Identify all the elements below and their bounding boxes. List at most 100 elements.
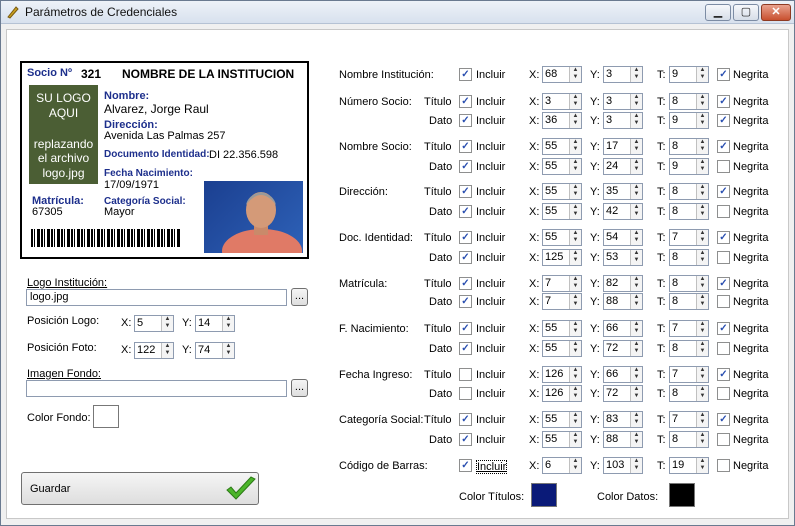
spinner-arrows-icon[interactable]: ▲ ▼ (630, 386, 642, 401)
y-spinner[interactable]: 54 ▲ ▼ (603, 229, 643, 246)
x-spinner[interactable]: 55 ▲ ▼ (542, 158, 582, 175)
incluir-checkbox[interactable]: ✓ (459, 68, 472, 81)
x-spinner[interactable]: 55 ▲ ▼ (542, 183, 582, 200)
x-spinner[interactable]: 36 ▲ ▼ (542, 112, 582, 129)
spinner-arrows-icon[interactable]: ▲ ▼ (569, 94, 581, 109)
guardar-button[interactable]: Guardar (21, 472, 259, 505)
incluir-checkbox[interactable]: ✓ (459, 251, 472, 264)
negrita-checkbox[interactable] (717, 342, 730, 355)
x-spinner[interactable]: 68 ▲ ▼ (542, 66, 582, 83)
spinner-arrows-icon[interactable]: ▲ ▼ (696, 458, 708, 473)
spinner-arrows-icon[interactable]: ▲ ▼ (161, 343, 173, 358)
t-spinner[interactable]: 7 ▲ ▼ (669, 320, 709, 337)
spinner-arrows-icon[interactable]: ▲ ▼ (569, 230, 581, 245)
spinner-arrows-icon[interactable]: ▲ ▼ (696, 67, 708, 82)
y-spinner[interactable]: 17 ▲ ▼ (603, 138, 643, 155)
y-spinner[interactable]: 24 ▲ ▼ (603, 158, 643, 175)
incluir-checkbox[interactable]: ✓ (459, 114, 472, 127)
spinner-arrows-icon[interactable]: ▲ ▼ (630, 67, 642, 82)
x-spinner[interactable]: 126 ▲ ▼ (542, 385, 582, 402)
x-spinner[interactable]: 55 ▲ ▼ (542, 340, 582, 357)
spinner-arrows-icon[interactable]: ▲ ▼ (696, 412, 708, 427)
y-spinner[interactable]: 42 ▲ ▼ (603, 203, 643, 220)
spinner-arrows-icon[interactable]: ▲ ▼ (569, 204, 581, 219)
spinner-arrows-icon[interactable]: ▲ ▼ (569, 367, 581, 382)
x-spinner[interactable]: 55 ▲ ▼ (542, 229, 582, 246)
t-spinner[interactable]: 9 ▲ ▼ (669, 112, 709, 129)
spinner-arrows-icon[interactable]: ▲ ▼ (222, 316, 234, 331)
x-spinner[interactable]: 3 ▲ ▼ (542, 93, 582, 110)
spinner-arrows-icon[interactable]: ▲ ▼ (630, 367, 642, 382)
negrita-checkbox[interactable]: ✓ (717, 95, 730, 108)
t-spinner[interactable]: 7 ▲ ▼ (669, 411, 709, 428)
spinner-arrows-icon[interactable]: ▲ ▼ (630, 184, 642, 199)
spinner-arrows-icon[interactable]: ▲ ▼ (569, 412, 581, 427)
spinner-arrows-icon[interactable]: ▲ ▼ (630, 204, 642, 219)
y-spinner[interactable]: 72 ▲ ▼ (603, 340, 643, 357)
pos-foto-x-spinner[interactable]: 122 ▲ ▼ (134, 342, 174, 359)
negrita-checkbox[interactable] (717, 251, 730, 264)
spinner-arrows-icon[interactable]: ▲ ▼ (696, 432, 708, 447)
negrita-checkbox[interactable] (717, 459, 730, 472)
t-spinner[interactable]: 19 ▲ ▼ (669, 457, 709, 474)
x-spinner[interactable]: 125 ▲ ▼ (542, 249, 582, 266)
pos-foto-y-spinner[interactable]: 74 ▲ ▼ (195, 342, 235, 359)
spinner-arrows-icon[interactable]: ▲ ▼ (696, 341, 708, 356)
spinner-arrows-icon[interactable]: ▲ ▼ (569, 321, 581, 336)
t-spinner[interactable]: 8 ▲ ▼ (669, 249, 709, 266)
y-spinner[interactable]: 88 ▲ ▼ (603, 293, 643, 310)
spinner-arrows-icon[interactable]: ▲ ▼ (222, 343, 234, 358)
t-spinner[interactable]: 8 ▲ ▼ (669, 385, 709, 402)
negrita-checkbox[interactable]: ✓ (717, 413, 730, 426)
color-fondo-swatch[interactable] (93, 405, 119, 428)
spinner-arrows-icon[interactable]: ▲ ▼ (630, 159, 642, 174)
incluir-checkbox[interactable]: ✓ (459, 459, 472, 472)
x-spinner[interactable]: 55 ▲ ▼ (542, 203, 582, 220)
spinner-arrows-icon[interactable]: ▲ ▼ (161, 316, 173, 331)
incluir-checkbox[interactable] (459, 368, 472, 381)
negrita-checkbox[interactable] (717, 160, 730, 173)
spinner-arrows-icon[interactable]: ▲ ▼ (569, 432, 581, 447)
t-spinner[interactable]: 7 ▲ ▼ (669, 229, 709, 246)
color-titulos-swatch[interactable] (531, 483, 557, 507)
spinner-arrows-icon[interactable]: ▲ ▼ (630, 230, 642, 245)
spinner-arrows-icon[interactable]: ▲ ▼ (696, 250, 708, 265)
incluir-checkbox[interactable]: ✓ (459, 185, 472, 198)
incluir-checkbox[interactable]: ✓ (459, 95, 472, 108)
spinner-arrows-icon[interactable]: ▲ ▼ (569, 386, 581, 401)
spinner-arrows-icon[interactable]: ▲ ▼ (696, 159, 708, 174)
spinner-arrows-icon[interactable]: ▲ ▼ (696, 276, 708, 291)
spinner-arrows-icon[interactable]: ▲ ▼ (630, 139, 642, 154)
y-spinner[interactable]: 53 ▲ ▼ (603, 249, 643, 266)
spinner-arrows-icon[interactable]: ▲ ▼ (630, 94, 642, 109)
y-spinner[interactable]: 3 ▲ ▼ (603, 93, 643, 110)
spinner-arrows-icon[interactable]: ▲ ▼ (696, 204, 708, 219)
t-spinner[interactable]: 9 ▲ ▼ (669, 66, 709, 83)
t-spinner[interactable]: 8 ▲ ▼ (669, 293, 709, 310)
spinner-arrows-icon[interactable]: ▲ ▼ (630, 113, 642, 128)
x-spinner[interactable]: 126 ▲ ▼ (542, 366, 582, 383)
spinner-arrows-icon[interactable]: ▲ ▼ (630, 412, 642, 427)
negrita-checkbox[interactable]: ✓ (717, 68, 730, 81)
negrita-checkbox[interactable]: ✓ (717, 231, 730, 244)
t-spinner[interactable]: 8 ▲ ▼ (669, 183, 709, 200)
x-spinner[interactable]: 55 ▲ ▼ (542, 431, 582, 448)
t-spinner[interactable]: 7 ▲ ▼ (669, 366, 709, 383)
y-spinner[interactable]: 82 ▲ ▼ (603, 275, 643, 292)
incluir-checkbox[interactable]: ✓ (459, 140, 472, 153)
t-spinner[interactable]: 8 ▲ ▼ (669, 431, 709, 448)
spinner-arrows-icon[interactable]: ▲ ▼ (569, 184, 581, 199)
spinner-arrows-icon[interactable]: ▲ ▼ (630, 250, 642, 265)
spinner-arrows-icon[interactable]: ▲ ▼ (696, 139, 708, 154)
close-button[interactable]: ✕ (761, 4, 791, 21)
incluir-checkbox[interactable]: ✓ (459, 322, 472, 335)
negrita-checkbox[interactable]: ✓ (717, 277, 730, 290)
spinner-arrows-icon[interactable]: ▲ ▼ (569, 458, 581, 473)
y-spinner[interactable]: 72 ▲ ▼ (603, 385, 643, 402)
spinner-arrows-icon[interactable]: ▲ ▼ (696, 94, 708, 109)
spinner-arrows-icon[interactable]: ▲ ▼ (696, 113, 708, 128)
spinner-arrows-icon[interactable]: ▲ ▼ (630, 432, 642, 447)
spinner-arrows-icon[interactable]: ▲ ▼ (630, 321, 642, 336)
spinner-arrows-icon[interactable]: ▲ ▼ (696, 321, 708, 336)
spinner-arrows-icon[interactable]: ▲ ▼ (569, 139, 581, 154)
